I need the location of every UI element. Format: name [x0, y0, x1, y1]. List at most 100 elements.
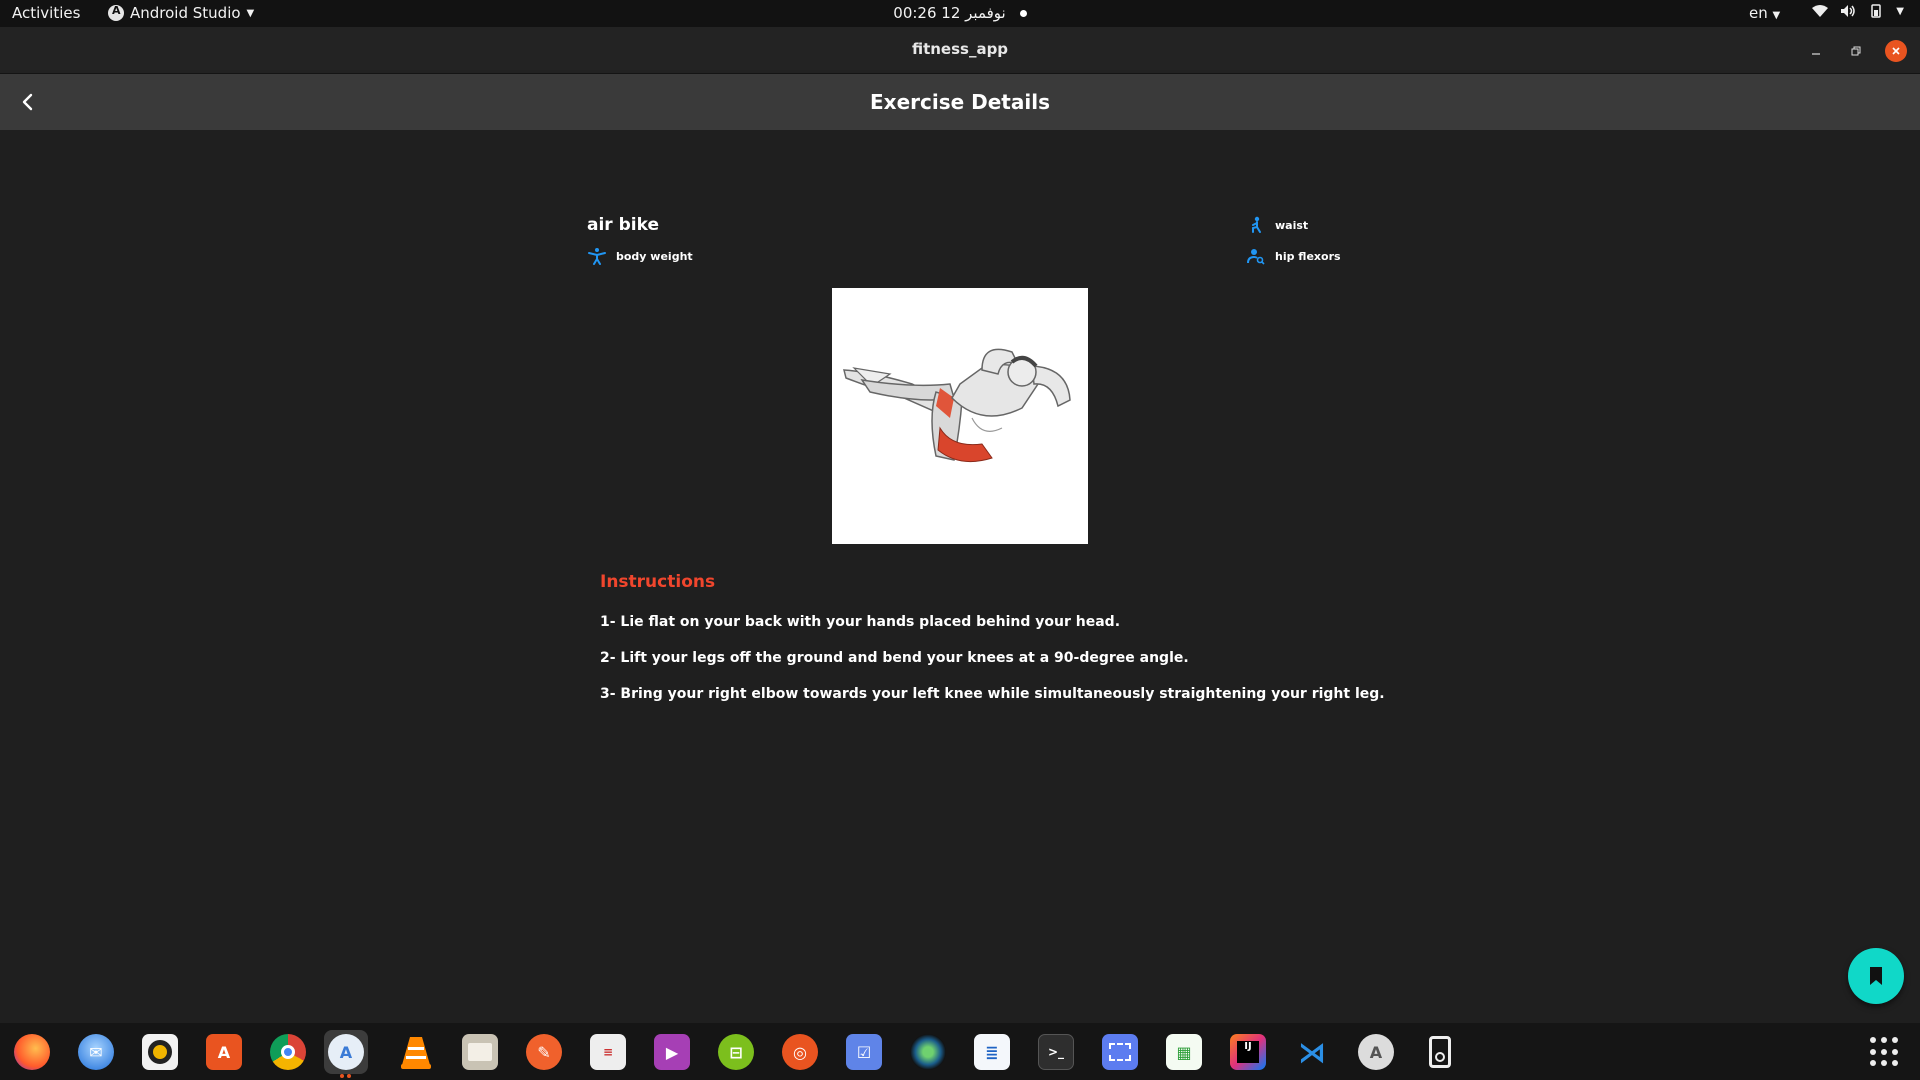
window-title: fitness_app: [911, 40, 1009, 58]
software-updater-icon: A: [1358, 1034, 1394, 1070]
dock-screenshot[interactable]: [1098, 1030, 1142, 1074]
android-studio-icon: A: [328, 1034, 364, 1070]
dock-rhythmbox[interactable]: [138, 1030, 182, 1074]
firefox-icon: [14, 1034, 50, 1070]
ubuntu-icon: ◎: [782, 1034, 818, 1070]
dock-ipod[interactable]: [1418, 1030, 1462, 1074]
dock-terminal[interactable]: >_: [1034, 1030, 1078, 1074]
camera-icon: [910, 1034, 946, 1070]
dock-firefox[interactable]: [10, 1030, 54, 1074]
app-menu-label: Android Studio: [130, 4, 241, 22]
document-viewer-icon: ≡: [590, 1034, 626, 1070]
dock-system-monitor[interactable]: ⊟: [714, 1030, 758, 1074]
dock-calc[interactable]: ▦: [1162, 1030, 1206, 1074]
dock-writer[interactable]: ≣: [970, 1030, 1014, 1074]
dock-vlc[interactable]: [394, 1030, 438, 1074]
equipment-label: body weight: [616, 249, 693, 263]
back-button[interactable]: [14, 88, 42, 116]
dock-thunderbird[interactable]: ✉: [74, 1030, 118, 1074]
system-top-bar: Activities Android Studio ▼ 00:26 12 نوف…: [0, 0, 1920, 27]
chevron-down-icon: ▼: [1896, 5, 1904, 17]
page-title: Exercise Details: [870, 90, 1050, 114]
apps-grid-icon: [1881, 1048, 1887, 1055]
dock-vscode[interactable]: ⋊: [1290, 1030, 1334, 1074]
tasks-icon: ☑: [846, 1034, 882, 1070]
body-part-label: waist: [1275, 218, 1309, 232]
notification-dot-icon: [1019, 10, 1027, 17]
clock[interactable]: 00:26 12 نوفمبر: [893, 4, 1005, 22]
inkscape-icon: ✎: [526, 1034, 562, 1070]
volume-icon: [1841, 5, 1856, 17]
dock-document-viewer[interactable]: ≡: [586, 1030, 630, 1074]
bookmark-button[interactable]: [1848, 948, 1904, 1004]
clock-area: 00:26 12 نوفمبر: [0, 4, 1920, 22]
bookmark-icon: [1870, 967, 1882, 985]
files-icon: [462, 1034, 498, 1070]
restore-icon: [1851, 46, 1861, 56]
apps-grid-icon: [1870, 1037, 1876, 1043]
rhythmbox-icon: [142, 1034, 178, 1070]
dock-camera[interactable]: [906, 1030, 950, 1074]
body-part-info: waist: [1247, 216, 1308, 234]
chevron-down-icon: ▼: [1772, 10, 1781, 21]
language-label: en: [1749, 4, 1768, 22]
video-player-icon: ▶: [654, 1034, 690, 1070]
dock-software[interactable]: A: [202, 1030, 246, 1074]
arrow-back-icon: [22, 93, 33, 111]
app-bar: Exercise Details: [0, 74, 1920, 130]
instruction-step: 2- Lift your legs off the ground and ben…: [600, 650, 1189, 666]
dock-software-updater[interactable]: A: [1354, 1030, 1398, 1074]
close-icon: [1892, 47, 1900, 55]
exercise-illustration: [843, 348, 1071, 463]
instruction-step: 1- Lie flat on your back with your hands…: [600, 614, 1121, 630]
wifi-icon: [1812, 5, 1829, 17]
instruction-step: 3- Bring your right elbow towards your l…: [600, 686, 1385, 702]
chevron-down-icon: ▼: [246, 7, 255, 19]
dock-video[interactable]: ▶: [650, 1030, 694, 1074]
intellij-icon: IJ: [1230, 1034, 1266, 1070]
language-menu[interactable]: en ▼: [1749, 4, 1780, 22]
ipod-icon: [1422, 1034, 1458, 1070]
restore-button[interactable]: [1845, 40, 1867, 62]
apps-grid-icon: [1892, 1037, 1898, 1043]
ubuntu-dock: ✉ A A ✎ ≡ ▶ ⊟ ◎ ☑ ≣ >_ ▦ IJ ⋊ A: [0, 1023, 1920, 1080]
dock-ubuntu[interactable]: ◎: [778, 1030, 822, 1074]
dock-android-studio[interactable]: A: [324, 1030, 368, 1078]
dock-inkscape[interactable]: ✎: [522, 1030, 566, 1074]
window-title-bar[interactable]: fitness_app: [0, 27, 1920, 74]
minimize-button[interactable]: [1805, 40, 1827, 62]
status-menu[interactable]: ▼: [1812, 4, 1904, 18]
dock-tasks[interactable]: ☑: [842, 1030, 886, 1074]
android-studio-icon: [108, 4, 124, 21]
vscode-icon: ⋊: [1298, 1035, 1326, 1069]
target-muscle-info: hip flexors: [1247, 247, 1341, 265]
software-store-icon: A: [206, 1034, 242, 1070]
apps-grid-icon: [1881, 1060, 1887, 1067]
app-menu[interactable]: Android Studio ▼: [108, 4, 254, 22]
instructions-heading: Instructions: [600, 572, 716, 592]
target-muscle-label: hip flexors: [1275, 249, 1341, 263]
dock-files[interactable]: [458, 1030, 502, 1074]
person-icon: [1252, 216, 1261, 233]
chrome-icon: [270, 1034, 306, 1070]
terminal-icon: >_: [1038, 1034, 1074, 1070]
body-weight-icon: [588, 248, 606, 265]
thunderbird-icon: ✉: [78, 1034, 114, 1070]
calc-icon: ▦: [1166, 1034, 1202, 1070]
person-search-icon: [1247, 249, 1265, 265]
screenshot-icon: [1102, 1034, 1138, 1070]
show-applications-button[interactable]: [1870, 1037, 1900, 1067]
dock-intellij[interactable]: IJ: [1226, 1030, 1270, 1074]
apps-grid-icon: [1870, 1060, 1876, 1067]
apps-grid-icon: [1892, 1060, 1898, 1067]
equipment-info: body weight: [588, 247, 693, 265]
activities-button[interactable]: Activities: [12, 4, 80, 22]
running-indicator: [340, 1074, 351, 1078]
dock-chrome[interactable]: [266, 1030, 310, 1074]
vlc-icon: [398, 1034, 434, 1070]
battery-icon: [1871, 4, 1882, 18]
writer-icon: ≣: [974, 1034, 1010, 1070]
apps-grid-icon: [1892, 1048, 1898, 1055]
exercise-details-screen: air bike body weight waist hip flexors I…: [0, 130, 1920, 1023]
close-button[interactable]: [1885, 40, 1907, 62]
